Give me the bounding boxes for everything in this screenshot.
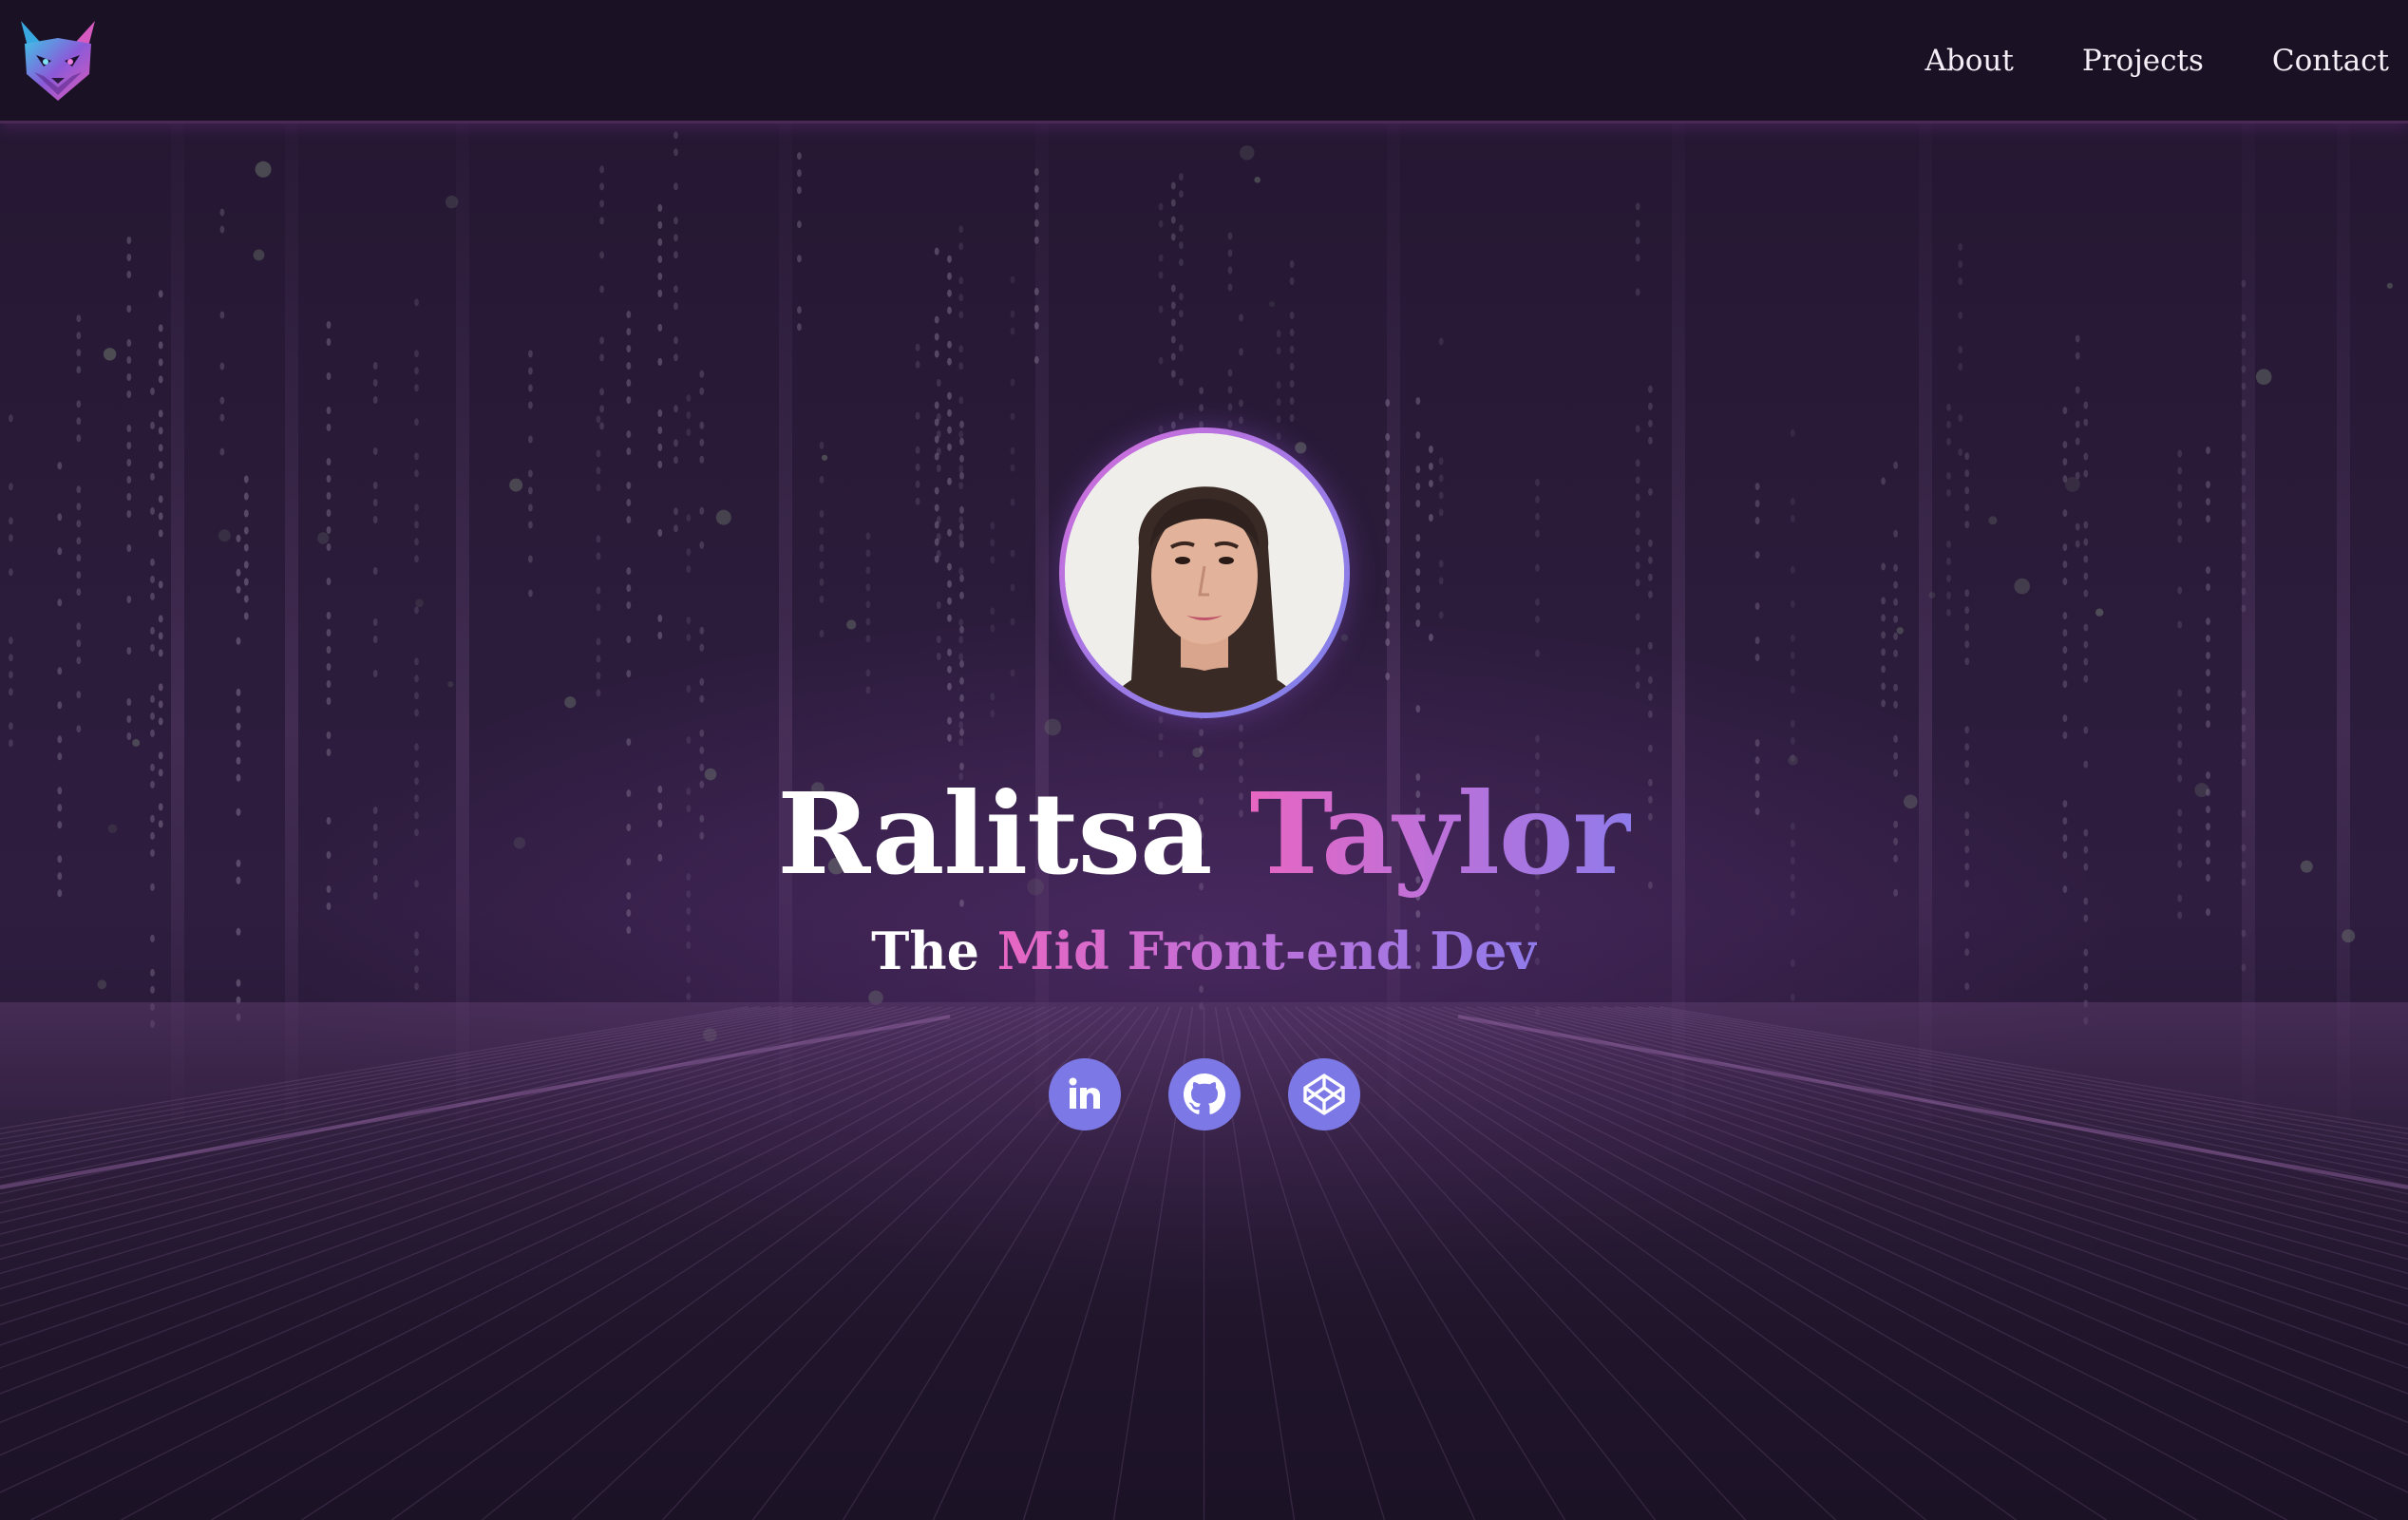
nav-link-projects[interactable]: Projects bbox=[2082, 44, 2204, 78]
first-name: Ralitsa bbox=[777, 768, 1212, 900]
tagline-lead: The bbox=[871, 921, 979, 981]
codepen-icon[interactable] bbox=[1287, 1058, 1360, 1130]
site-header: About Projects Contact bbox=[0, 0, 2408, 124]
last-name: Taylor bbox=[1249, 768, 1632, 900]
hero-tagline: The Mid Front-end Dev bbox=[0, 918, 2408, 984]
fox-logo-icon[interactable] bbox=[15, 15, 101, 106]
social-links bbox=[0, 1058, 2408, 1130]
nav-link-contact[interactable]: Contact bbox=[2272, 44, 2389, 78]
github-icon[interactable] bbox=[1167, 1058, 1241, 1130]
avatar-ring bbox=[1059, 428, 1350, 718]
main-nav: About Projects Contact bbox=[1925, 0, 2389, 121]
hero-section: Ralitsa Taylor The Mid Front-end Dev bbox=[0, 0, 2408, 1520]
profile-photo bbox=[1065, 433, 1344, 712]
linkedin-icon[interactable] bbox=[1048, 1058, 1121, 1130]
nav-link-about[interactable]: About bbox=[1925, 44, 2014, 78]
hero-name: Ralitsa Taylor bbox=[0, 768, 2408, 901]
tagline-highlight: Mid Front-end Dev bbox=[996, 921, 1537, 981]
